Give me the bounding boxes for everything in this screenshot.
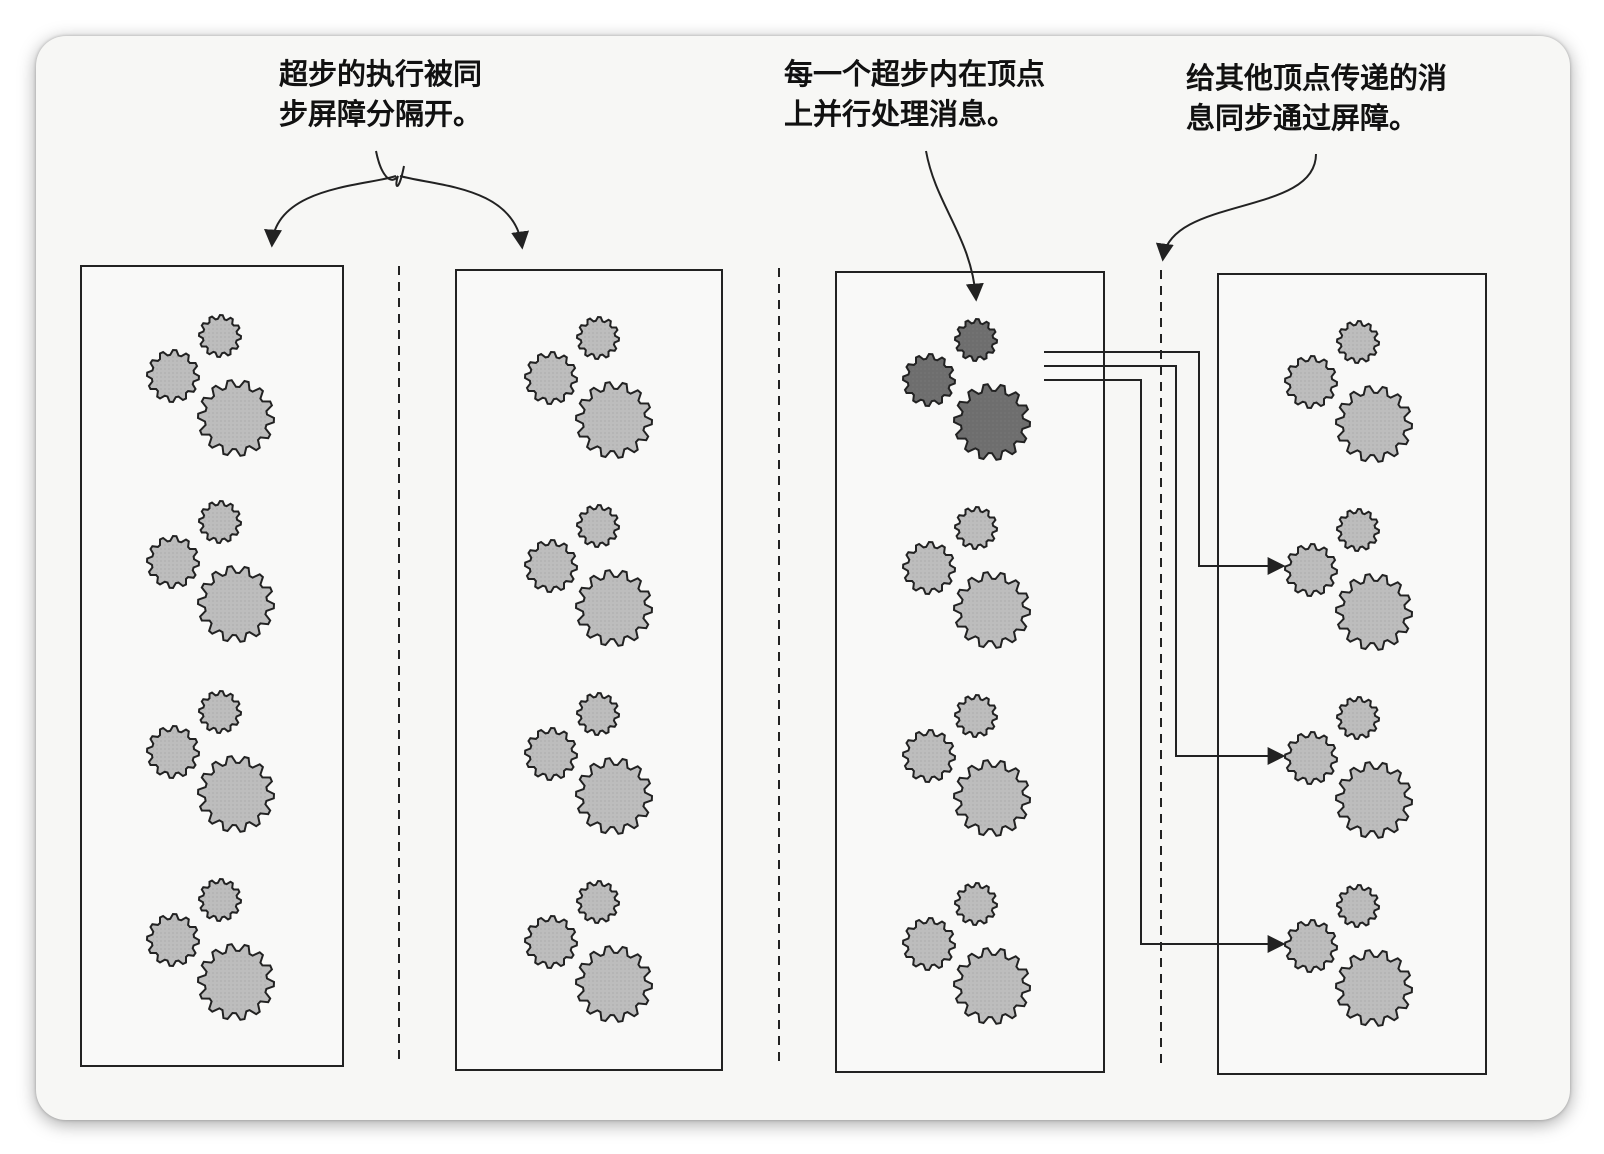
superstep-frame-1 — [80, 265, 344, 1067]
gear-texture — [206, 764, 266, 824]
message-callout: 给其他顶点传递的消 息同步通过屏障。 — [1186, 58, 1447, 138]
gear-texture — [530, 733, 572, 775]
gear-texture — [962, 392, 1022, 452]
arrow-icon — [399, 175, 529, 250]
gear-texture — [584, 954, 644, 1014]
gear-texture — [203, 505, 237, 539]
gear-texture — [962, 580, 1022, 640]
gear-texture — [206, 388, 266, 448]
gear-texture — [1341, 889, 1375, 923]
gear-texture — [1290, 737, 1332, 779]
gear-texture — [1344, 958, 1404, 1018]
gear-texture — [581, 885, 615, 919]
gear-texture — [581, 697, 615, 731]
figure-card: 超步的执行被同 步屏障分隔开。 每一个超步内在顶点 上并行处理消息。 给其他顶点… — [36, 36, 1570, 1120]
gear-texture — [1290, 361, 1332, 403]
gear-texture — [152, 541, 194, 583]
gear-texture — [584, 390, 644, 450]
gear-texture — [1344, 582, 1404, 642]
gear-texture — [962, 956, 1022, 1016]
arrow-icon — [264, 175, 397, 248]
parallel-callout: 每一个超步内在顶点 上并行处理消息。 — [784, 54, 1045, 134]
gear-texture — [1341, 513, 1375, 547]
gear-texture — [1344, 770, 1404, 830]
gear-texture — [203, 883, 237, 917]
gear-texture — [959, 699, 993, 733]
gear-texture — [530, 357, 572, 399]
gear-texture — [1341, 325, 1375, 359]
gear-texture — [203, 695, 237, 729]
gear-texture — [908, 547, 950, 589]
message-callout-line-1: 给其他顶点传递的消 — [1186, 61, 1448, 95]
gear-texture — [152, 355, 194, 397]
gear-texture — [959, 511, 993, 545]
gear-texture — [530, 921, 572, 963]
gear-texture — [1290, 925, 1332, 967]
gear-texture — [584, 766, 644, 826]
gear-texture — [203, 319, 237, 353]
gear-texture — [152, 919, 194, 961]
gear-texture — [530, 545, 572, 587]
gear-texture — [152, 731, 194, 773]
barrier-callout-line-2: 步屏障分隔开。 — [279, 97, 483, 131]
gear-texture — [581, 509, 615, 543]
barrier-callout-line-1: 超步的执行被同 — [279, 57, 483, 91]
gear-texture — [959, 887, 993, 921]
gear-texture — [908, 735, 950, 777]
gear-texture — [1290, 549, 1332, 591]
gear-texture — [908, 923, 950, 965]
gear-texture — [1341, 701, 1375, 735]
arrow-icon — [1155, 153, 1317, 262]
parallel-callout-line-1: 每一个超步内在顶点 — [784, 57, 1046, 91]
gear-texture — [206, 952, 266, 1012]
message-callout-line-2: 息同步通过屏障。 — [1186, 101, 1419, 135]
gear-texture — [584, 578, 644, 638]
pregel-superstep-diagram — [80, 150, 1487, 1075]
parallel-callout-line-2: 上并行处理消息。 — [784, 97, 1017, 131]
superstep-frame-2 — [455, 269, 723, 1071]
gear-texture — [908, 359, 950, 401]
gear-texture — [206, 574, 266, 634]
gear-texture — [962, 768, 1022, 828]
gear-texture — [1344, 394, 1404, 454]
gear-texture — [959, 323, 993, 357]
barrier-callout: 超步的执行被同 步屏障分隔开。 — [279, 54, 482, 134]
gear-texture — [581, 321, 615, 355]
